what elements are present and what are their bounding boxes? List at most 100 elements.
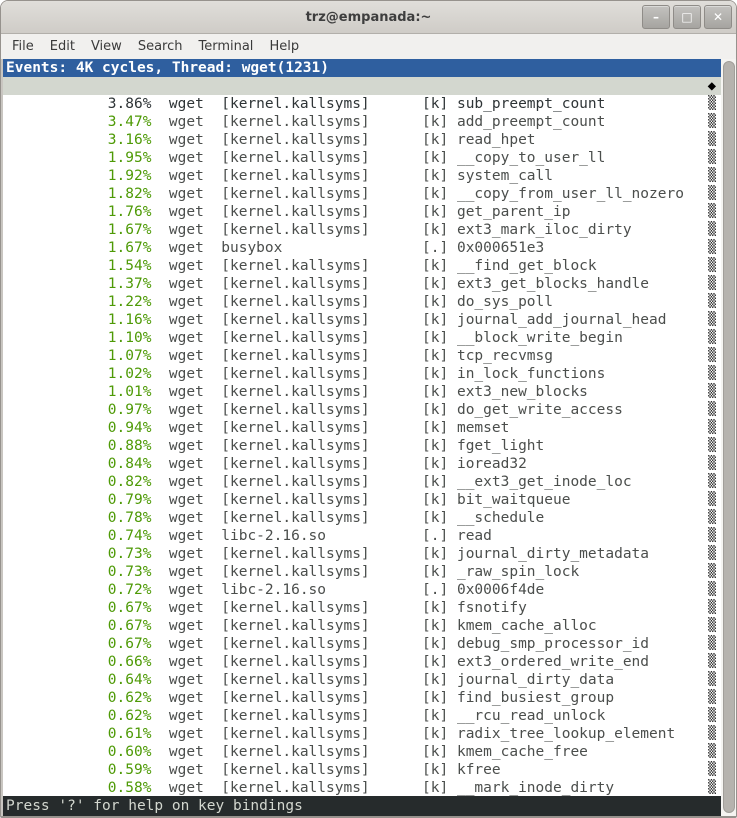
perf-row[interactable]: 0.62% wget [kernel.kallsyms] [k] find_bu… (3, 671, 721, 689)
scroll-marker-icon: ▒ (708, 491, 716, 509)
menu-terminal[interactable]: Terminal (190, 36, 261, 57)
perf-row[interactable]: 0.97% wget [kernel.kallsyms] [k] do_get_… (3, 383, 721, 401)
perf-row[interactable]: 1.92% wget [kernel.kallsyms] [k] system_… (3, 149, 721, 167)
scroll-marker-icon: ▒ (708, 671, 716, 689)
perf-row[interactable]: 0.84% wget [kernel.kallsyms] [k] ioread3… (3, 437, 721, 455)
scroll-marker-icon: ▒ (708, 437, 716, 455)
menu-help[interactable]: Help (261, 36, 307, 57)
perf-row[interactable]: 3.16% wget [kernel.kallsyms] [k] read_hp… (3, 113, 721, 131)
scroll-marker-icon: ▒ (708, 455, 716, 473)
perf-events-header: Events: 4K cycles, Thread: wget(1231) (3, 59, 721, 77)
window-controls: – □ ✕ (642, 5, 732, 29)
close-button[interactable]: ✕ (704, 5, 732, 29)
scroll-marker-icon: ▒ (708, 581, 716, 599)
perf-row[interactable]: 1.82% wget [kernel.kallsyms] [k] __copy_… (3, 167, 721, 185)
scroll-marker-icon: ▒ (708, 293, 716, 311)
perf-row[interactable]: 1.01% wget [kernel.kallsyms] [k] ext3_ne… (3, 365, 721, 383)
terminal-content: Events: 4K cycles, Thread: wget(1231) 3.… (1, 59, 736, 816)
menu-file[interactable]: File (4, 36, 42, 57)
scroll-marker-icon: ▒ (708, 149, 716, 167)
perf-row[interactable]: 0.78% wget [kernel.kallsyms] [k] __sched… (3, 491, 721, 509)
scroll-marker-icon: ▒ (708, 599, 716, 617)
status-bar: Press '?' for help on key bindings (3, 796, 721, 816)
scroll-marker-icon: ▒ (708, 743, 716, 761)
perf-row[interactable]: 1.22% wget [kernel.kallsyms] [k] do_sys_… (3, 275, 721, 293)
scroll-marker-icon: ▒ (708, 347, 716, 365)
perf-row[interactable]: 1.07% wget [kernel.kallsyms] [k] tcp_rec… (3, 329, 721, 347)
perf-row[interactable]: 0.60% wget [kernel.kallsyms] [k] kmem_ca… (3, 725, 721, 743)
perf-row[interactable]: 1.54% wget [kernel.kallsyms] [k] __find_… (3, 239, 721, 257)
maximize-button[interactable]: □ (673, 5, 701, 29)
perf-row[interactable]: 0.72% wget libc-2.16.so [.] 0x0006f4de ▒ (3, 563, 721, 581)
perf-tui: Events: 4K cycles, Thread: wget(1231) 3.… (3, 59, 721, 816)
scroll-marker-icon: ▒ (708, 653, 716, 671)
minimize-icon: – (653, 10, 659, 24)
perf-row[interactable]: 0.67% wget [kernel.kallsyms] [k] kmem_ca… (3, 599, 721, 617)
perf-row[interactable]: 3.47% wget [kernel.kallsyms] [k] add_pre… (3, 95, 721, 113)
scroll-marker-icon: ▒ (708, 383, 716, 401)
scroll-marker-icon: ▒ (708, 257, 716, 275)
terminal-scrollbar[interactable] (721, 59, 736, 816)
perf-row[interactable]: 1.67% wget [kernel.kallsyms] [k] ext3_ma… (3, 203, 721, 221)
scroll-marker-icon: ▒ (708, 689, 716, 707)
maximize-icon: □ (681, 10, 692, 24)
perf-row[interactable]: 0.62% wget [kernel.kallsyms] [k] __rcu_r… (3, 689, 721, 707)
perf-row[interactable]: 3.86% wget [kernel.kallsyms] [k] sub_pre… (3, 77, 721, 95)
scroll-marker-icon: ▒ (708, 509, 716, 527)
scroll-marker-icon: ▒ (708, 185, 716, 203)
perf-row[interactable]: 0.73% wget [kernel.kallsyms] [k] journal… (3, 527, 721, 545)
perf-row[interactable]: 0.57% wget [kernel.kallsyms] [k] ext3_jo… (3, 779, 721, 796)
scroll-marker-icon: ▒ (708, 527, 716, 545)
perf-row[interactable]: 1.37% wget [kernel.kallsyms] [k] ext3_ge… (3, 257, 721, 275)
close-icon: ✕ (713, 10, 723, 24)
scroll-marker-icon: ▒ (708, 239, 716, 257)
perf-row[interactable]: 0.61% wget [kernel.kallsyms] [k] radix_t… (3, 707, 721, 725)
perf-row[interactable]: 0.67% wget [kernel.kallsyms] [k] debug_s… (3, 617, 721, 635)
menu-view[interactable]: View (83, 36, 130, 57)
minimize-button[interactable]: – (642, 5, 670, 29)
perf-row[interactable]: 1.95% wget [kernel.kallsyms] [k] __copy_… (3, 131, 721, 149)
perf-row[interactable]: 0.66% wget [kernel.kallsyms] [k] ext3_or… (3, 635, 721, 653)
perf-row[interactable]: 1.67% wget busybox [.] 0x000651e3 ▒ (3, 221, 721, 239)
perf-row[interactable]: 0.74% wget libc-2.16.so [.] read ▒ (3, 509, 721, 527)
scroll-marker-icon: ▒ (708, 635, 716, 653)
scroll-marker-icon: ▒ (708, 113, 716, 131)
scroll-marker-icon: ▒ (708, 131, 716, 149)
scroll-marker-icon: ▒ (708, 329, 716, 347)
selected-marker-icon: ◆ (708, 77, 716, 95)
scroll-marker-icon: ▒ (708, 167, 716, 185)
scrollbar-thumb[interactable] (723, 61, 735, 813)
perf-row[interactable]: 0.59% wget [kernel.kallsyms] [k] kfree ▒ (3, 743, 721, 761)
scroll-marker-icon: ▒ (708, 275, 716, 293)
perf-row[interactable]: 1.10% wget [kernel.kallsyms] [k] __block… (3, 311, 721, 329)
scroll-marker-icon: ▒ (708, 725, 716, 743)
scroll-marker-icon: ▒ (708, 707, 716, 725)
terminal-window: trz@empanada:~ – □ ✕ File Edit View Sear… (0, 0, 737, 818)
scroll-marker-icon: ▒ (708, 203, 716, 221)
perf-row[interactable]: 1.16% wget [kernel.kallsyms] [k] journal… (3, 293, 721, 311)
menu-edit[interactable]: Edit (42, 36, 83, 57)
perf-symbol-list: 3.86% wget [kernel.kallsyms] [k] sub_pre… (3, 77, 721, 796)
scroll-marker-icon: ▒ (708, 473, 716, 491)
perf-row[interactable]: 0.58% wget [kernel.kallsyms] [k] __mark_… (3, 761, 721, 779)
scroll-marker-icon: ▒ (708, 401, 716, 419)
scroll-marker-icon: ▒ (708, 779, 716, 796)
perf-row[interactable]: 0.67% wget [kernel.kallsyms] [k] fsnotif… (3, 581, 721, 599)
scroll-marker-icon: ▒ (708, 365, 716, 383)
scroll-marker-icon: ▒ (708, 545, 716, 563)
menu-search[interactable]: Search (130, 36, 191, 57)
scroll-marker-icon: ▒ (708, 617, 716, 635)
perf-row[interactable]: 1.76% wget [kernel.kallsyms] [k] get_par… (3, 185, 721, 203)
perf-row[interactable]: 0.64% wget [kernel.kallsyms] [k] journal… (3, 653, 721, 671)
scroll-marker-icon: ▒ (708, 95, 716, 113)
perf-row[interactable]: 0.82% wget [kernel.kallsyms] [k] __ext3_… (3, 455, 721, 473)
window-title: trz@empanada:~ (306, 10, 432, 25)
perf-row[interactable]: 0.73% wget [kernel.kallsyms] [k] _raw_sp… (3, 545, 721, 563)
scroll-marker-icon: ▒ (708, 419, 716, 437)
perf-row[interactable]: 0.94% wget [kernel.kallsyms] [k] memset … (3, 401, 721, 419)
perf-row[interactable]: 1.02% wget [kernel.kallsyms] [k] in_lock… (3, 347, 721, 365)
menubar: File Edit View Search Terminal Help (1, 34, 736, 59)
perf-row[interactable]: 0.79% wget [kernel.kallsyms] [k] bit_wai… (3, 473, 721, 491)
perf-row[interactable]: 0.88% wget [kernel.kallsyms] [k] fget_li… (3, 419, 721, 437)
scroll-marker-icon: ▒ (708, 761, 716, 779)
